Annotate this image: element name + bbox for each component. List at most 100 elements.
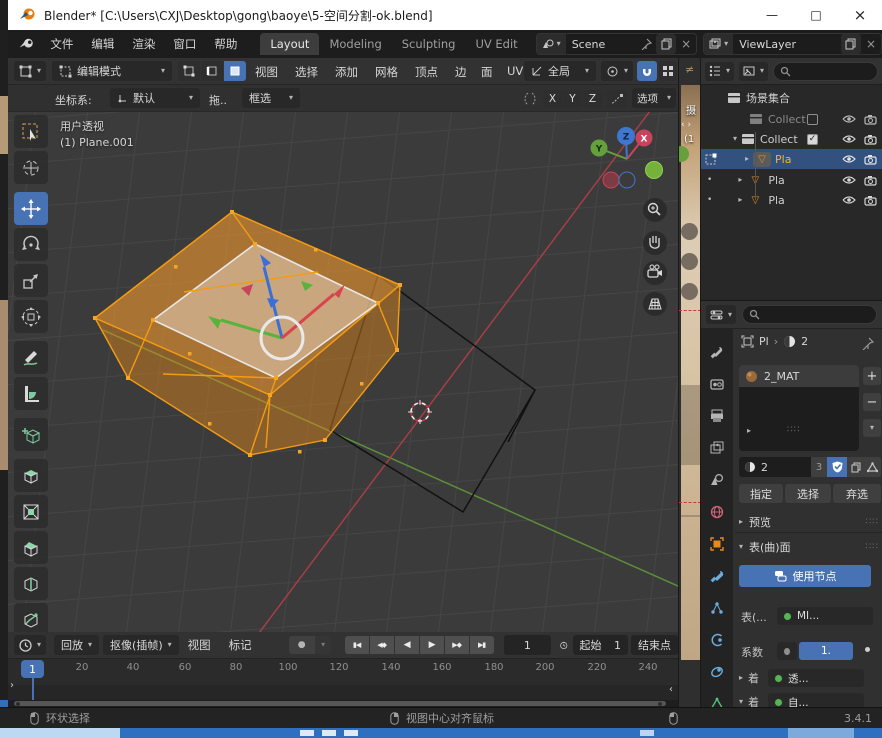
eye-icon[interactable]: [842, 114, 856, 124]
select-tool-dropdown[interactable]: 框选 ▾: [242, 88, 300, 108]
snap-settings-button[interactable]: [659, 61, 677, 81]
breadcrumb-object-name[interactable]: Pl: [759, 335, 769, 348]
timeline-expand-arrow[interactable]: ›: [10, 680, 14, 691]
properties-editor-type-dropdown[interactable]: ▾: [706, 305, 736, 324]
snap-toggle-button[interactable]: [637, 61, 657, 81]
workspace-tab-sculpting[interactable]: Sculpting: [392, 33, 466, 55]
outliner-row-object-selected[interactable]: ▸ ▽ Pla: [701, 149, 882, 169]
pin-icon[interactable]: [640, 38, 652, 50]
menu-window[interactable]: 窗口: [164, 36, 205, 52]
outliner-row-collection-2[interactable]: ▾ Collect ✓: [701, 129, 882, 149]
outliner-filter-dropdown[interactable]: ▾: [739, 62, 768, 81]
camera-render-icon[interactable]: [864, 195, 877, 206]
workspace-tab-uvedit[interactable]: UV Edit: [465, 33, 527, 55]
chevron-right-icon[interactable]: ▸: [739, 674, 743, 682]
remove-viewlayer-button[interactable]: ×: [861, 37, 881, 51]
strip-camera-button[interactable]: [681, 283, 698, 300]
current-frame-field[interactable]: 1: [504, 635, 551, 655]
keying-dropdown[interactable]: 抠像(插帧) ▾: [103, 635, 179, 655]
viewlayer-browse-button[interactable]: ▾: [704, 34, 733, 54]
scene-browse-button[interactable]: ▾: [537, 34, 566, 54]
vp-menu-mesh[interactable]: 网格: [366, 64, 407, 80]
use-nodes-button[interactable]: 使用节点: [739, 565, 871, 587]
vp-menu-view[interactable]: 视图: [246, 64, 287, 80]
tool-transform[interactable]: [14, 300, 48, 333]
tool-scale[interactable]: [14, 264, 48, 297]
breadcrumb-material-name[interactable]: 2: [801, 335, 808, 348]
pivot-dropdown[interactable]: ▾: [601, 61, 633, 81]
play-reverse-button[interactable]: ◀: [395, 636, 419, 654]
factor-value-slider[interactable]: 1.: [799, 642, 853, 660]
tab-object-data[interactable]: [703, 691, 731, 707]
play-button[interactable]: ▶: [420, 636, 444, 654]
camera-render-icon[interactable]: [864, 154, 877, 165]
camera-render-icon[interactable]: [864, 134, 877, 145]
unlink-scene-button[interactable]: ×: [676, 37, 696, 51]
timeline-scrollbar[interactable]: [8, 700, 678, 707]
tool-knife[interactable]: [14, 603, 48, 632]
autokey-record-button[interactable]: ●: [289, 636, 315, 654]
slot-specials-button[interactable]: ▾: [863, 419, 881, 437]
camera-render-icon[interactable]: [864, 114, 877, 125]
minimize-button[interactable]: —: [750, 0, 794, 30]
timeline-ruler[interactable]: 20 40 60 80 100 120 140 160 180 200 220 …: [8, 659, 678, 685]
material-name-field[interactable]: 2: [761, 461, 768, 474]
pan-button[interactable]: [643, 231, 667, 255]
tool-cursor[interactable]: [14, 151, 48, 184]
options-dropdown[interactable]: 选项 ▾: [632, 88, 676, 108]
strip-pan-button[interactable]: [681, 253, 698, 270]
workspace-tab-modeling[interactable]: Modeling: [319, 33, 391, 55]
menu-edit[interactable]: 编辑: [82, 36, 123, 52]
timeline-track[interactable]: [8, 685, 678, 700]
pin-icon[interactable]: [861, 337, 874, 350]
tool-move[interactable]: [14, 192, 48, 225]
outliner-search-input[interactable]: [773, 62, 878, 81]
new-viewlayer-button[interactable]: [841, 34, 861, 54]
factor-input-toggle[interactable]: [777, 642, 797, 660]
tool-inset-faces[interactable]: [14, 495, 48, 528]
add-slot-button[interactable]: +: [863, 367, 881, 385]
collection-checkbox[interactable]: [807, 114, 818, 125]
properties-search-input[interactable]: [742, 305, 877, 324]
mirror-z-button[interactable]: Z: [583, 90, 602, 108]
outliner-row-scene-collection[interactable]: 场景集合: [701, 88, 882, 108]
timeline-menu-markers[interactable]: 标记: [220, 637, 261, 653]
zoom-button[interactable]: [643, 198, 667, 222]
tab-object[interactable]: [703, 531, 731, 557]
strip-zoom-button[interactable]: [681, 223, 698, 240]
scene-name[interactable]: Scene: [566, 38, 640, 51]
viewlayer-name[interactable]: ViewLayer: [733, 38, 841, 51]
expand-triangle[interactable]: ▸: [738, 196, 742, 204]
disclosure-triangle[interactable]: ▾: [733, 135, 737, 143]
tool-loop-cut[interactable]: [14, 567, 48, 600]
mirror-y-button[interactable]: Y: [563, 90, 582, 108]
outliner-row-object-2[interactable]: • ▸ ▽ Pla: [701, 170, 882, 190]
mode-icon-dropdown[interactable]: ▾: [14, 61, 46, 81]
next-keyframe-button[interactable]: ▶◆: [445, 636, 469, 654]
eye-icon[interactable]: [842, 134, 856, 144]
select-mode-vertex-button[interactable]: [178, 61, 200, 81]
tool-rotate[interactable]: [14, 228, 48, 261]
surface-shader-field[interactable]: MI...: [777, 607, 873, 625]
tab-output[interactable]: [703, 403, 731, 429]
playhead-badge[interactable]: 1: [21, 660, 44, 678]
vp-menu-vertex[interactable]: 顶点: [406, 64, 447, 80]
panel-grip[interactable]: ∷∷: [866, 542, 879, 552]
tab-constraints[interactable]: [703, 659, 731, 685]
mirror-x-button[interactable]: X: [543, 90, 562, 108]
scrollbar-thumb[interactable]: [14, 701, 666, 706]
outliner-display-mode-dropdown[interactable]: ▾: [705, 62, 734, 81]
tab-world[interactable]: [703, 499, 731, 525]
playhead-line[interactable]: [32, 677, 34, 700]
ortho-toggle-button[interactable]: [643, 292, 667, 316]
viewport-3d[interactable]: Z X Y 用户透视 (1) Plane.001: [8, 112, 678, 632]
slot-list-grip[interactable]: ∷∷: [787, 425, 800, 435]
fake-user-shield-button[interactable]: [827, 457, 847, 477]
tool-extrude[interactable]: [14, 459, 48, 492]
close-button[interactable]: ×: [838, 0, 882, 30]
panel-grip[interactable]: ∷∷: [866, 517, 879, 527]
timeline-collapse-arrow[interactable]: ‹: [669, 684, 673, 695]
outliner-row-collection-1[interactable]: Collect: [701, 109, 882, 129]
jump-to-end-button[interactable]: ▶▮: [470, 636, 494, 654]
menu-render[interactable]: 渲染: [123, 36, 164, 52]
